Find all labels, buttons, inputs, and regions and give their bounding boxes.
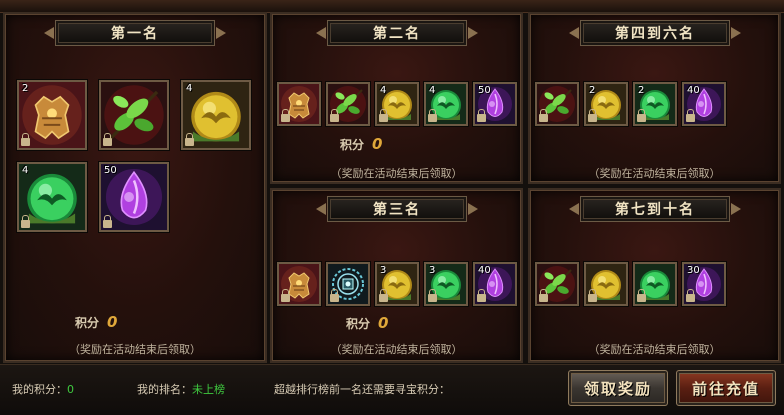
- my-score-value: 0: [67, 383, 74, 396]
- score-row: 积分 0: [340, 135, 382, 153]
- reward-item-slot[interactable]: 2: [17, 80, 87, 150]
- lock-icon: [428, 109, 437, 122]
- lock-icon: [379, 289, 388, 302]
- reward-item-slot[interactable]: 4: [424, 82, 468, 126]
- reward-item-slot[interactable]: [277, 262, 321, 306]
- lock-icon: [281, 109, 290, 122]
- reward-item-slot[interactable]: 2: [584, 82, 628, 126]
- reward-item-slot[interactable]: 50: [473, 82, 517, 126]
- panel-title: 第一名: [55, 20, 215, 46]
- score-label: 积分: [75, 315, 100, 330]
- recharge-button[interactable]: 前往充值: [676, 370, 776, 406]
- item-count: 4: [186, 83, 193, 94]
- claim-reward-button[interactable]: 领取奖励: [568, 370, 668, 406]
- panel-title: 第七到十名: [580, 196, 730, 222]
- reward-note: （奖励在活动结束后领取）: [588, 343, 721, 356]
- reward-item-slot[interactable]: 4: [181, 80, 251, 150]
- reward-note: （奖励在活动结束后领取）: [330, 343, 463, 356]
- item-count: 2: [638, 85, 645, 96]
- reward-item-slot[interactable]: [633, 262, 677, 306]
- lock-icon: [539, 109, 548, 122]
- lock-icon: [185, 133, 194, 146]
- reward-item-slot[interactable]: [584, 262, 628, 306]
- reward-item-slot[interactable]: 4: [17, 162, 87, 232]
- lock-icon: [686, 289, 695, 302]
- item-count: 3: [429, 265, 436, 276]
- lock-icon: [21, 133, 30, 146]
- reward-item-slot[interactable]: 40: [473, 262, 517, 306]
- my-score-label: 我的积分：: [12, 383, 67, 396]
- lock-icon: [330, 109, 339, 122]
- reward-note: （奖励在活动结束后领取）: [330, 167, 463, 180]
- reward-note: （奖励在活动结束后领取）: [588, 167, 721, 180]
- lock-icon: [103, 133, 112, 146]
- lock-icon: [21, 215, 30, 228]
- item-count: 2: [589, 85, 596, 96]
- reward-item-slot[interactable]: [326, 82, 370, 126]
- score-row: 积分 0: [346, 314, 388, 332]
- my-rank: 我的排名：未上榜: [137, 381, 225, 397]
- panel-title: 第二名: [327, 20, 467, 46]
- score-label: 积分: [346, 316, 371, 331]
- item-count: 40: [687, 85, 700, 96]
- reward-item-slot[interactable]: 3: [375, 262, 419, 306]
- item-count: 2: [22, 83, 29, 94]
- score-value: 0: [107, 313, 118, 331]
- reward-item-slot[interactable]: 4: [375, 82, 419, 126]
- reward-item-slot[interactable]: [535, 82, 579, 126]
- item-count: 50: [104, 165, 117, 176]
- reward-item-slot[interactable]: [535, 262, 579, 306]
- surpass-points-label: 超越排行榜前一名还需要寻宝积分：: [274, 383, 450, 396]
- reward-item-slot[interactable]: [99, 80, 169, 150]
- item-count: 3: [380, 265, 387, 276]
- score-row: 积分 0: [75, 313, 117, 331]
- panel-seventh-to-tenth: 第七到十名 30 （奖励在活动结束后领取）: [528, 188, 781, 363]
- panel-title: 第三名: [327, 196, 467, 222]
- score-value: 0: [378, 314, 389, 332]
- score-value: 0: [372, 135, 383, 153]
- item-count: 30: [687, 265, 700, 276]
- panel-second-place: 第二名 4 4 50 积分 0 （奖励在活动结束后领取）: [270, 12, 523, 184]
- panel-fourth-to-sixth: 第四到六名 2 2 40 （奖励在活动结束后领取）: [528, 12, 781, 184]
- reward-item-slot[interactable]: [277, 82, 321, 126]
- item-count: 50: [478, 85, 491, 96]
- lock-icon: [637, 289, 646, 302]
- lock-icon: [588, 289, 597, 302]
- lock-icon: [103, 215, 112, 228]
- lock-icon: [539, 289, 548, 302]
- panel-title: 第四到六名: [580, 20, 730, 46]
- my-score: 我的积分：0: [12, 381, 74, 397]
- lock-icon: [379, 109, 388, 122]
- lock-icon: [281, 289, 290, 302]
- my-rank-label: 我的排名：: [137, 383, 192, 396]
- reward-item-slot[interactable]: 50: [99, 162, 169, 232]
- reward-item-slot[interactable]: 40: [682, 82, 726, 126]
- panel-first-place: 第一名 2 4 4 50 积分 0 （奖励在活动结束后领取）: [3, 12, 267, 363]
- score-label: 积分: [340, 137, 365, 152]
- my-rank-value: 未上榜: [192, 383, 225, 396]
- item-count: 4: [380, 85, 387, 96]
- item-count: 4: [22, 165, 29, 176]
- item-count: 4: [429, 85, 436, 96]
- lock-icon: [588, 109, 597, 122]
- lock-icon: [637, 109, 646, 122]
- lock-icon: [686, 109, 695, 122]
- reward-note: （奖励在活动结束后领取）: [69, 343, 201, 356]
- item-count: 40: [478, 265, 491, 276]
- reward-item-slot[interactable]: [326, 262, 370, 306]
- lock-icon: [330, 289, 339, 302]
- lock-icon: [477, 289, 486, 302]
- reward-item-slot[interactable]: 2: [633, 82, 677, 126]
- lock-icon: [428, 289, 437, 302]
- lock-icon: [477, 109, 486, 122]
- reward-item-slot[interactable]: 3: [424, 262, 468, 306]
- reward-item-slot[interactable]: 30: [682, 262, 726, 306]
- panel-third-place: 第三名 3 3 40 积分 0 （奖励在活动结束后领取）: [270, 188, 523, 363]
